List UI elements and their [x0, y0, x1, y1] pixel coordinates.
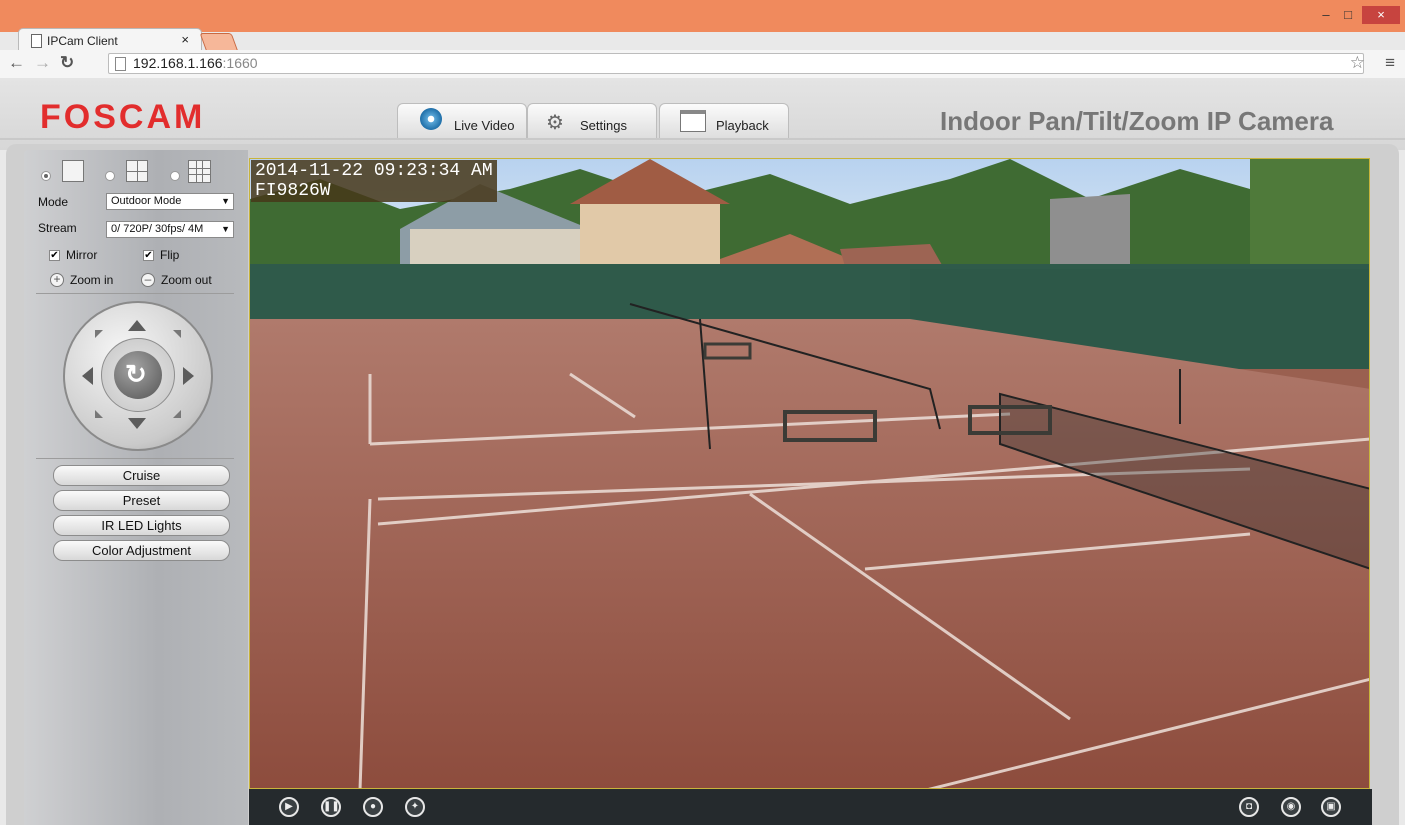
- live-video-view[interactable]: [249, 158, 1370, 789]
- device-name: FI9826W: [255, 181, 331, 201]
- mode-select[interactable]: Outdoor Mode ▼: [106, 193, 234, 210]
- url-port: :1660: [222, 55, 258, 71]
- flip-checkbox[interactable]: ✔: [143, 250, 154, 261]
- nine-view-icon[interactable]: [188, 160, 211, 183]
- reload-icon[interactable]: ↻: [60, 54, 74, 72]
- foscam-logo: FOSCAM: [40, 98, 206, 136]
- browser-tab[interactable]: IPCam Client ×: [18, 28, 202, 52]
- pan-down-left-icon[interactable]: [95, 410, 103, 418]
- calendar-icon: [680, 110, 706, 132]
- ptz-home-button[interactable]: ↻: [114, 351, 162, 399]
- mode-value: Outdoor Mode: [111, 195, 182, 207]
- play-icon[interactable]: ▶: [279, 797, 299, 817]
- color-adjustment-button[interactable]: Color Adjustment: [53, 540, 230, 561]
- tab-playback[interactable]: Playback: [659, 103, 789, 140]
- single-view-icon[interactable]: [62, 160, 84, 182]
- sidebar-divider: [36, 293, 234, 294]
- layout-quad-radio[interactable]: [105, 171, 115, 181]
- browser-titlebar: [0, 0, 1405, 32]
- close-window-button[interactable]: ×: [1362, 6, 1400, 24]
- pan-up-icon[interactable]: [128, 320, 146, 331]
- zoom-out-icon[interactable]: –: [141, 273, 155, 287]
- snapshot-icon[interactable]: ◘: [1239, 797, 1259, 817]
- stream-select[interactable]: 0/ 720P/ 30fps/ 4M ▼: [106, 221, 234, 238]
- product-title: Indoor Pan/Tilt/Zoom IP Camera: [940, 106, 1334, 136]
- zoom-out-label[interactable]: Zoom out: [161, 273, 212, 287]
- tab-live-video[interactable]: Live Video: [397, 103, 527, 140]
- page-icon: [31, 34, 42, 48]
- talk-icon[interactable]: ✦: [405, 797, 425, 817]
- mirror-checkbox[interactable]: ✔: [49, 250, 60, 261]
- address-bar-row: ← → ↻ 192.168.1.166:1660 ☆ ≡: [0, 50, 1405, 79]
- video-control-bar: ▶ ❚❚ ● ✦ ◘ ◉ ▣: [249, 789, 1372, 825]
- bookmark-star-icon[interactable]: ☆: [1350, 53, 1365, 73]
- window-controls: – □ ×: [1310, 6, 1405, 26]
- sidebar-divider: [36, 458, 234, 459]
- mode-label: Mode: [38, 195, 69, 209]
- camera-scene-image: [250, 159, 1369, 788]
- quad-view-icon[interactable]: [126, 160, 148, 182]
- tab-divider: [0, 138, 1405, 140]
- microphone-icon[interactable]: ●: [363, 797, 383, 817]
- pan-up-right-icon[interactable]: [173, 330, 181, 338]
- layout-nine-radio[interactable]: [170, 171, 180, 181]
- tab-title: IPCam Client: [47, 34, 118, 48]
- pan-up-left-icon[interactable]: [95, 330, 103, 338]
- preset-button[interactable]: Preset: [53, 490, 230, 511]
- stream-value: 0/ 720P/ 30fps/ 4M: [111, 223, 204, 235]
- reset-position-icon: ↻: [125, 359, 147, 389]
- record-icon[interactable]: ◉: [1281, 797, 1301, 817]
- zoom-in-icon[interactable]: +: [50, 273, 64, 287]
- url-field[interactable]: 192.168.1.166:1660: [108, 53, 1364, 74]
- mirror-label: Mirror: [66, 248, 98, 262]
- forward-icon[interactable]: →: [34, 54, 51, 72]
- pan-down-icon[interactable]: [128, 418, 146, 429]
- ir-led-lights-button[interactable]: IR LED Lights: [53, 515, 230, 536]
- close-tab-icon[interactable]: ×: [181, 32, 189, 47]
- menu-icon[interactable]: ≡: [1385, 53, 1395, 73]
- gears-icon: ⚙: [546, 112, 564, 134]
- layout-single-radio[interactable]: [41, 171, 51, 181]
- cruise-button[interactable]: Cruise: [53, 465, 230, 486]
- pan-down-right-icon[interactable]: [173, 410, 181, 418]
- pan-right-icon[interactable]: [183, 367, 194, 385]
- back-icon[interactable]: ←: [8, 54, 25, 72]
- pan-left-icon[interactable]: [82, 367, 93, 385]
- zoom-in-label[interactable]: Zoom in: [70, 273, 113, 287]
- page-icon: [115, 57, 126, 71]
- webcam-icon: [420, 108, 442, 130]
- dropdown-arrow-icon: ▼: [221, 224, 230, 234]
- video-timestamp: 2014-11-22 09:23:34 AM: [255, 161, 493, 181]
- maximize-button[interactable]: □: [1338, 6, 1358, 24]
- minimize-button[interactable]: –: [1316, 6, 1336, 24]
- tab-playback-label: Playback: [716, 118, 769, 133]
- tab-settings[interactable]: ⚙ Settings: [527, 103, 657, 140]
- fullscreen-icon[interactable]: ▣: [1321, 797, 1341, 817]
- url-host: 192.168.1.166: [133, 55, 223, 71]
- stop-icon[interactable]: ❚❚: [321, 797, 341, 817]
- stream-label: Stream: [38, 221, 77, 235]
- dropdown-arrow-icon: ▼: [221, 196, 230, 206]
- flip-label: Flip: [160, 248, 180, 262]
- tab-settings-label: Settings: [580, 118, 627, 133]
- tab-live-video-label: Live Video: [454, 118, 515, 133]
- video-osd: 2014-11-22 09:23:34 AM FI9826W: [251, 160, 497, 202]
